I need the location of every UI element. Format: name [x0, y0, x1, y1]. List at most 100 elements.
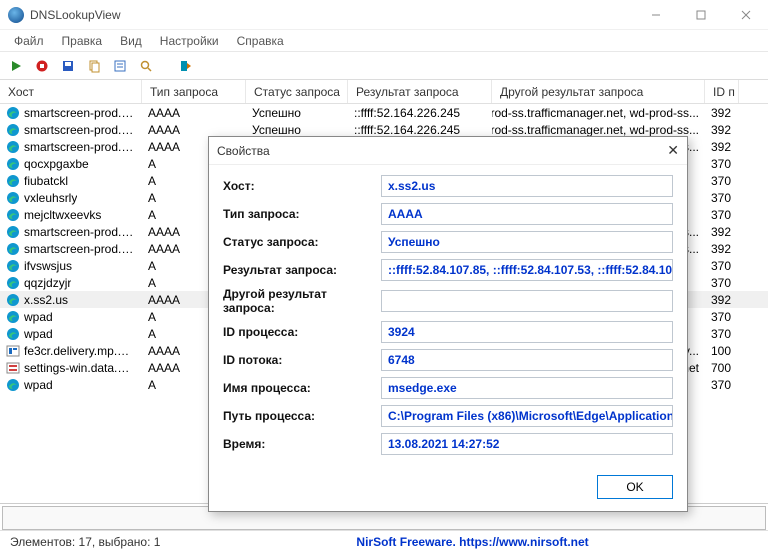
row-icon	[6, 276, 20, 290]
cell-other: wd-prod-ss.trafficmanager.net, wd-prod-s…	[492, 104, 705, 121]
col-id[interactable]: ID п	[705, 80, 739, 103]
menu-edit[interactable]: Правка	[54, 32, 111, 50]
cell-id: 392	[705, 223, 739, 240]
field-label: Другой результат запроса:	[223, 287, 381, 315]
copy-icon[interactable]	[84, 56, 104, 76]
status-count: Элементов: 17, выбрано: 1	[4, 535, 166, 549]
col-host[interactable]: Хост	[0, 80, 142, 103]
field-value[interactable]: 3924	[381, 321, 673, 343]
field-value[interactable]: 13.08.2021 14:27:52	[381, 433, 673, 455]
dialog-body: Хост:x.ss2.us Тип запроса:AAAA Статус запр…	[209, 165, 687, 467]
field-label: Путь процесса:	[223, 409, 381, 423]
status-link[interactable]: NirSoft Freeware. https://www.nirsoft.ne…	[356, 535, 588, 549]
cell-host: x.ss2.us	[24, 293, 68, 307]
row-icon	[6, 208, 20, 222]
cell-host: wpad	[24, 378, 53, 392]
cell-host: smartscreen-prod.mic...	[24, 106, 136, 120]
field-value[interactable]	[381, 290, 673, 312]
dialog-titlebar[interactable]: Свойства ✕	[209, 137, 687, 165]
toolbar	[0, 52, 768, 80]
statusbar: Элементов: 17, выбрано: 1 NirSoft Freewa…	[0, 530, 768, 552]
dialog-field: Имя процесса:msedge.exe	[223, 377, 673, 399]
field-value[interactable]: C:\Program Files (x86)\Microsoft\Edge\Ap…	[381, 405, 673, 427]
cell-id: 100	[705, 342, 739, 359]
dialog-field: ID процесса:3924	[223, 321, 673, 343]
find-icon[interactable]	[136, 56, 156, 76]
col-type[interactable]: Тип запроса	[142, 80, 246, 103]
field-label: Имя процесса:	[223, 381, 381, 395]
cell-id: 392	[705, 240, 739, 257]
cell-host: smartscreen-prod.mic...	[24, 225, 136, 239]
play-icon[interactable]	[6, 56, 26, 76]
cell-id: 370	[705, 189, 739, 206]
cell-id: 700	[705, 359, 739, 376]
dialog-field: Тип запроса:AAAA	[223, 203, 673, 225]
cell-id: 392	[705, 291, 739, 308]
field-label: Статус запроса:	[223, 235, 381, 249]
close-button[interactable]	[723, 0, 768, 30]
field-value[interactable]: 6748	[381, 349, 673, 371]
cell-id: 370	[705, 257, 739, 274]
cell-result: ::ffff:52.164.226.245	[348, 104, 492, 121]
field-value[interactable]: x.ss2.us	[381, 175, 673, 197]
titlebar: DNSLookupView	[0, 0, 768, 30]
dialog-field: Путь процесса:C:\Program Files (x86)\Mic…	[223, 405, 673, 427]
dialog-field: Хост:x.ss2.us	[223, 175, 673, 197]
cell-host: qqzjdzyjr	[24, 276, 71, 290]
maximize-button[interactable]	[678, 0, 723, 30]
exit-icon[interactable]	[176, 56, 196, 76]
cell-host: smartscreen-prod.mic...	[24, 242, 136, 256]
menu-help[interactable]: Справка	[229, 32, 292, 50]
menubar: Файл Правка Вид Настройки Справка	[0, 30, 768, 52]
save-icon[interactable]	[58, 56, 78, 76]
window-controls	[633, 0, 768, 30]
row-icon	[6, 361, 20, 375]
cell-host: fiubatckl	[24, 174, 68, 188]
field-label: Результат запроса:	[223, 263, 381, 277]
cell-host: smartscreen-prod.mic...	[24, 140, 136, 154]
cell-id: 370	[705, 155, 739, 172]
field-value[interactable]: AAAA	[381, 203, 673, 225]
row-icon	[6, 157, 20, 171]
field-value[interactable]: ::ffff:52.84.107.85, ::ffff:52.84.107.53…	[381, 259, 673, 281]
cell-id: 392	[705, 138, 739, 155]
cell-id: 392	[705, 121, 739, 138]
table-row[interactable]: smartscreen-prod.mic...AAAAУспешно::ffff…	[0, 104, 768, 121]
dialog-field: ID потока:6748	[223, 349, 673, 371]
col-status[interactable]: Статус запроса	[246, 80, 348, 103]
menu-settings[interactable]: Настройки	[152, 32, 227, 50]
cell-host: mejcltwxeevks	[24, 208, 101, 222]
properties-icon[interactable]	[110, 56, 130, 76]
minimize-button[interactable]	[633, 0, 678, 30]
cell-type: AAAA	[142, 104, 246, 121]
row-icon	[6, 191, 20, 205]
cell-id: 370	[705, 206, 739, 223]
row-icon	[6, 123, 20, 137]
cell-id: 370	[705, 308, 739, 325]
dialog-field: Статус запроса:Успешно	[223, 231, 673, 253]
row-icon	[6, 242, 20, 256]
dialog-field: Время:13.08.2021 14:27:52	[223, 433, 673, 455]
cell-host: ifvswsjus	[24, 259, 72, 273]
cell-id: 370	[705, 376, 739, 393]
cell-host: wpad	[24, 310, 53, 324]
cell-id: 370	[705, 325, 739, 342]
stop-icon[interactable]	[32, 56, 52, 76]
row-icon	[6, 259, 20, 273]
col-other[interactable]: Другой результат запроса	[492, 80, 705, 103]
dialog-close-icon[interactable]: ✕	[667, 142, 679, 159]
row-icon	[6, 106, 20, 120]
row-icon	[6, 293, 20, 307]
menu-view[interactable]: Вид	[112, 32, 150, 50]
menu-file[interactable]: Файл	[6, 32, 52, 50]
col-result[interactable]: Результат запроса	[348, 80, 492, 103]
cell-host: fe3cr.delivery.mp.mic...	[24, 344, 136, 358]
cell-host: qocxpgaxbe	[24, 157, 89, 171]
table-header: Хост Тип запроса Статус запроса Результа…	[0, 80, 768, 104]
field-value[interactable]: msedge.exe	[381, 377, 673, 399]
cell-host: vxleuhsrly	[24, 191, 77, 205]
field-value[interactable]: Успешно	[381, 231, 673, 253]
row-icon	[6, 327, 20, 341]
cell-host: wpad	[24, 327, 53, 341]
ok-button[interactable]: OK	[597, 475, 673, 499]
